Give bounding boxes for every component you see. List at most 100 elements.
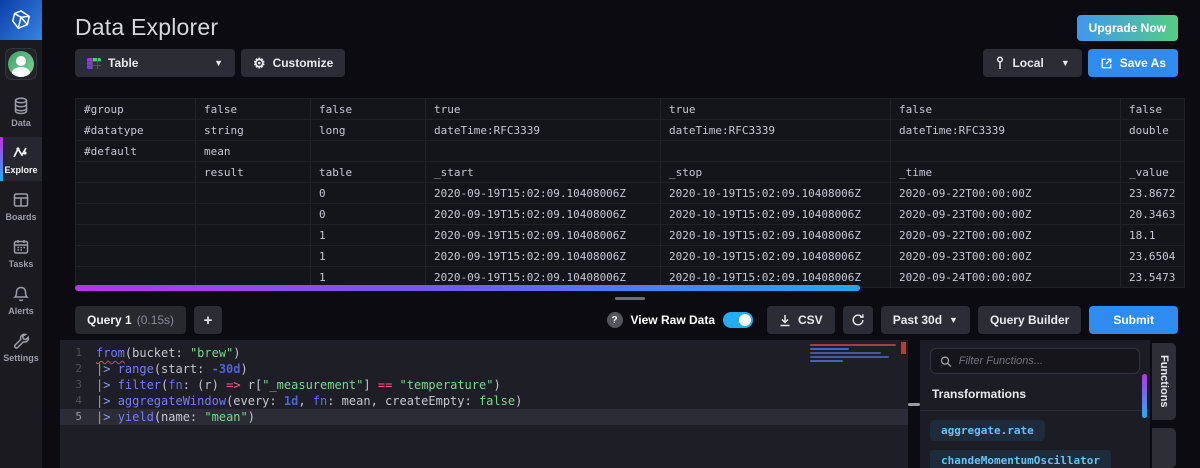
view-raw-data-toggle[interactable] — [723, 312, 753, 328]
table-cell[interactable]: _stop — [660, 161, 891, 183]
query-builder-button[interactable]: Query Builder — [977, 306, 1082, 334]
add-query-button[interactable]: + — [194, 306, 223, 334]
customize-button[interactable]: ⚙ Customize — [241, 49, 346, 77]
code-line[interactable]: 5 |> yield(name: "mean") — [60, 409, 908, 425]
table-cell[interactable]: false — [890, 98, 1121, 120]
table-cell[interactable]: 2020-09-19T15:02:09.10408006Z — [425, 203, 661, 225]
function-item[interactable]: chandeMomentumOscillator — [930, 450, 1111, 468]
code-line[interactable]: 1 from(bucket: "brew") — [60, 345, 908, 361]
table-cell[interactable]: 18.1 — [1120, 224, 1185, 246]
table-cell[interactable] — [195, 203, 311, 225]
table-cell[interactable]: table — [310, 161, 426, 183]
table-cell[interactable] — [75, 203, 196, 225]
sidebar-item-data[interactable]: Data — [0, 90, 42, 134]
table-cell[interactable]: 1 — [310, 224, 426, 246]
upgrade-now-button[interactable]: Upgrade Now — [1076, 14, 1178, 41]
table-cell[interactable]: false — [310, 98, 426, 120]
sidebar-item-alerts[interactable]: Alerts — [0, 278, 42, 322]
sidebar-item-tasks[interactable]: Tasks — [0, 231, 42, 275]
code-token: ) — [515, 394, 523, 408]
table-cell[interactable] — [310, 140, 426, 162]
table-cell[interactable]: 2020-09-22T00:00:00Z — [890, 182, 1121, 204]
influxdb-logo-icon[interactable] — [0, 0, 42, 40]
table-cell[interactable]: 2020-09-23T00:00:00Z — [890, 203, 1121, 225]
table-cell[interactable] — [660, 140, 891, 162]
scrollbar-thumb[interactable] — [75, 285, 860, 291]
table-cell[interactable]: dateTime:RFC3339 — [425, 119, 661, 141]
time-range-dropdown[interactable]: Past 30d ▼ — [880, 306, 970, 334]
table-cell[interactable]: false — [195, 98, 311, 120]
code-line[interactable]: 2 |> range(start: -30d) — [60, 361, 908, 377]
sidebar-item-explore[interactable]: Explore — [0, 137, 42, 181]
table-cell[interactable]: #datatype — [75, 119, 196, 141]
table-cell[interactable]: string — [195, 119, 311, 141]
table-cell[interactable] — [425, 140, 661, 162]
tab-functions[interactable]: Functions — [1152, 343, 1176, 420]
tab-secondary-partial[interactable] — [1152, 427, 1176, 468]
csv-download-button[interactable]: CSV — [767, 306, 835, 334]
table-cell[interactable]: 2020-10-19T15:02:09.10408006Z — [660, 245, 891, 267]
table-cell[interactable]: 1 — [310, 245, 426, 267]
table-cell[interactable]: #default — [75, 140, 196, 162]
table-horizontal-scrollbar[interactable] — [75, 285, 1185, 291]
table-cell[interactable]: #group — [75, 98, 196, 120]
table-cell[interactable] — [75, 224, 196, 246]
table-cell[interactable] — [890, 140, 1121, 162]
user-avatar[interactable] — [5, 48, 37, 80]
table-cell[interactable]: 2020-10-19T15:02:09.10408006Z — [660, 224, 891, 246]
editor-panel-resize-handle[interactable] — [908, 340, 920, 468]
table-cell[interactable]: 0 — [310, 203, 426, 225]
refresh-button[interactable] — [842, 306, 873, 334]
table-cell[interactable]: true — [660, 98, 891, 120]
table-cell[interactable]: 2020-09-22T00:00:00Z — [890, 224, 1121, 246]
table-cell[interactable]: long — [310, 119, 426, 141]
flux-code-editor[interactable]: 1 from(bucket: "brew") 2 |> range(start: -… — [60, 340, 908, 468]
query-tab[interactable]: Query 1 (0.15s) — [75, 306, 187, 334]
help-icon[interactable]: ? — [606, 312, 623, 328]
code-line[interactable]: 4 |> aggregateWindow(every: 1d, fn: mean… — [60, 393, 908, 409]
functions-scrollbar[interactable] — [1142, 374, 1147, 418]
code-text: |> aggregateWindow(every: 1d, fn: mean, … — [96, 393, 522, 409]
function-item[interactable]: aggregate.rate — [930, 420, 1045, 441]
table-cell[interactable] — [75, 245, 196, 267]
code-line[interactable]: 3 |> filter(fn: (r) => r["_measurement"]… — [60, 377, 908, 393]
filter-functions-input[interactable] — [958, 355, 1130, 367]
table-cell[interactable]: 23.6504 — [1120, 245, 1185, 267]
view-type-dropdown[interactable]: Table ▼ — [75, 49, 235, 77]
table-cell[interactable]: dateTime:RFC3339 — [660, 119, 891, 141]
submit-button[interactable]: Submit — [1089, 306, 1178, 334]
table-cell[interactable]: _time — [890, 161, 1121, 183]
table-cell[interactable]: true — [425, 98, 661, 120]
table-cell[interactable]: double — [1120, 119, 1185, 141]
table-cell[interactable]: _start — [425, 161, 661, 183]
table-cell[interactable] — [75, 182, 196, 204]
sidebar-item-settings[interactable]: Settings — [0, 325, 42, 369]
timezone-pin-icon — [997, 56, 1004, 69]
timezone-dropdown[interactable]: Local ▼ — [983, 49, 1082, 77]
table-cell[interactable]: 2020-09-19T15:02:09.10408006Z — [425, 245, 661, 267]
table-cell[interactable]: 23.8672 — [1120, 182, 1185, 204]
table-cell[interactable]: 0 — [310, 182, 426, 204]
table-cell[interactable]: result — [195, 161, 311, 183]
table-cell[interactable]: 2020-09-19T15:02:09.10408006Z — [425, 224, 661, 246]
panel-resize-handle[interactable] — [60, 292, 1200, 305]
sidebar-item-boards[interactable]: Boards — [0, 184, 42, 228]
editor-minimap[interactable] — [810, 344, 896, 364]
table-cell[interactable] — [1120, 140, 1185, 162]
table-cell[interactable]: false — [1120, 98, 1185, 120]
table-cell[interactable]: mean — [195, 140, 311, 162]
table-cell[interactable]: 2020-09-23T00:00:00Z — [890, 245, 1121, 267]
save-as-button[interactable]: Save As — [1087, 49, 1178, 77]
table-cell[interactable] — [195, 182, 311, 204]
time-range-label: Past 30d — [892, 313, 943, 327]
table-cell[interactable] — [195, 245, 311, 267]
table-cell[interactable]: 20.3463 — [1120, 203, 1185, 225]
table-cell[interactable] — [75, 161, 196, 183]
code-text: |> filter(fn: (r) => r["_measurement"] =… — [96, 377, 501, 393]
table-cell[interactable]: dateTime:RFC3339 — [890, 119, 1121, 141]
table-cell[interactable]: 2020-10-19T15:02:09.10408006Z — [660, 203, 891, 225]
table-cell[interactable]: _value — [1120, 161, 1185, 183]
table-cell[interactable] — [195, 224, 311, 246]
table-cell[interactable]: 2020-10-19T15:02:09.10408006Z — [660, 182, 891, 204]
table-cell[interactable]: 2020-09-19T15:02:09.10408006Z — [425, 182, 661, 204]
